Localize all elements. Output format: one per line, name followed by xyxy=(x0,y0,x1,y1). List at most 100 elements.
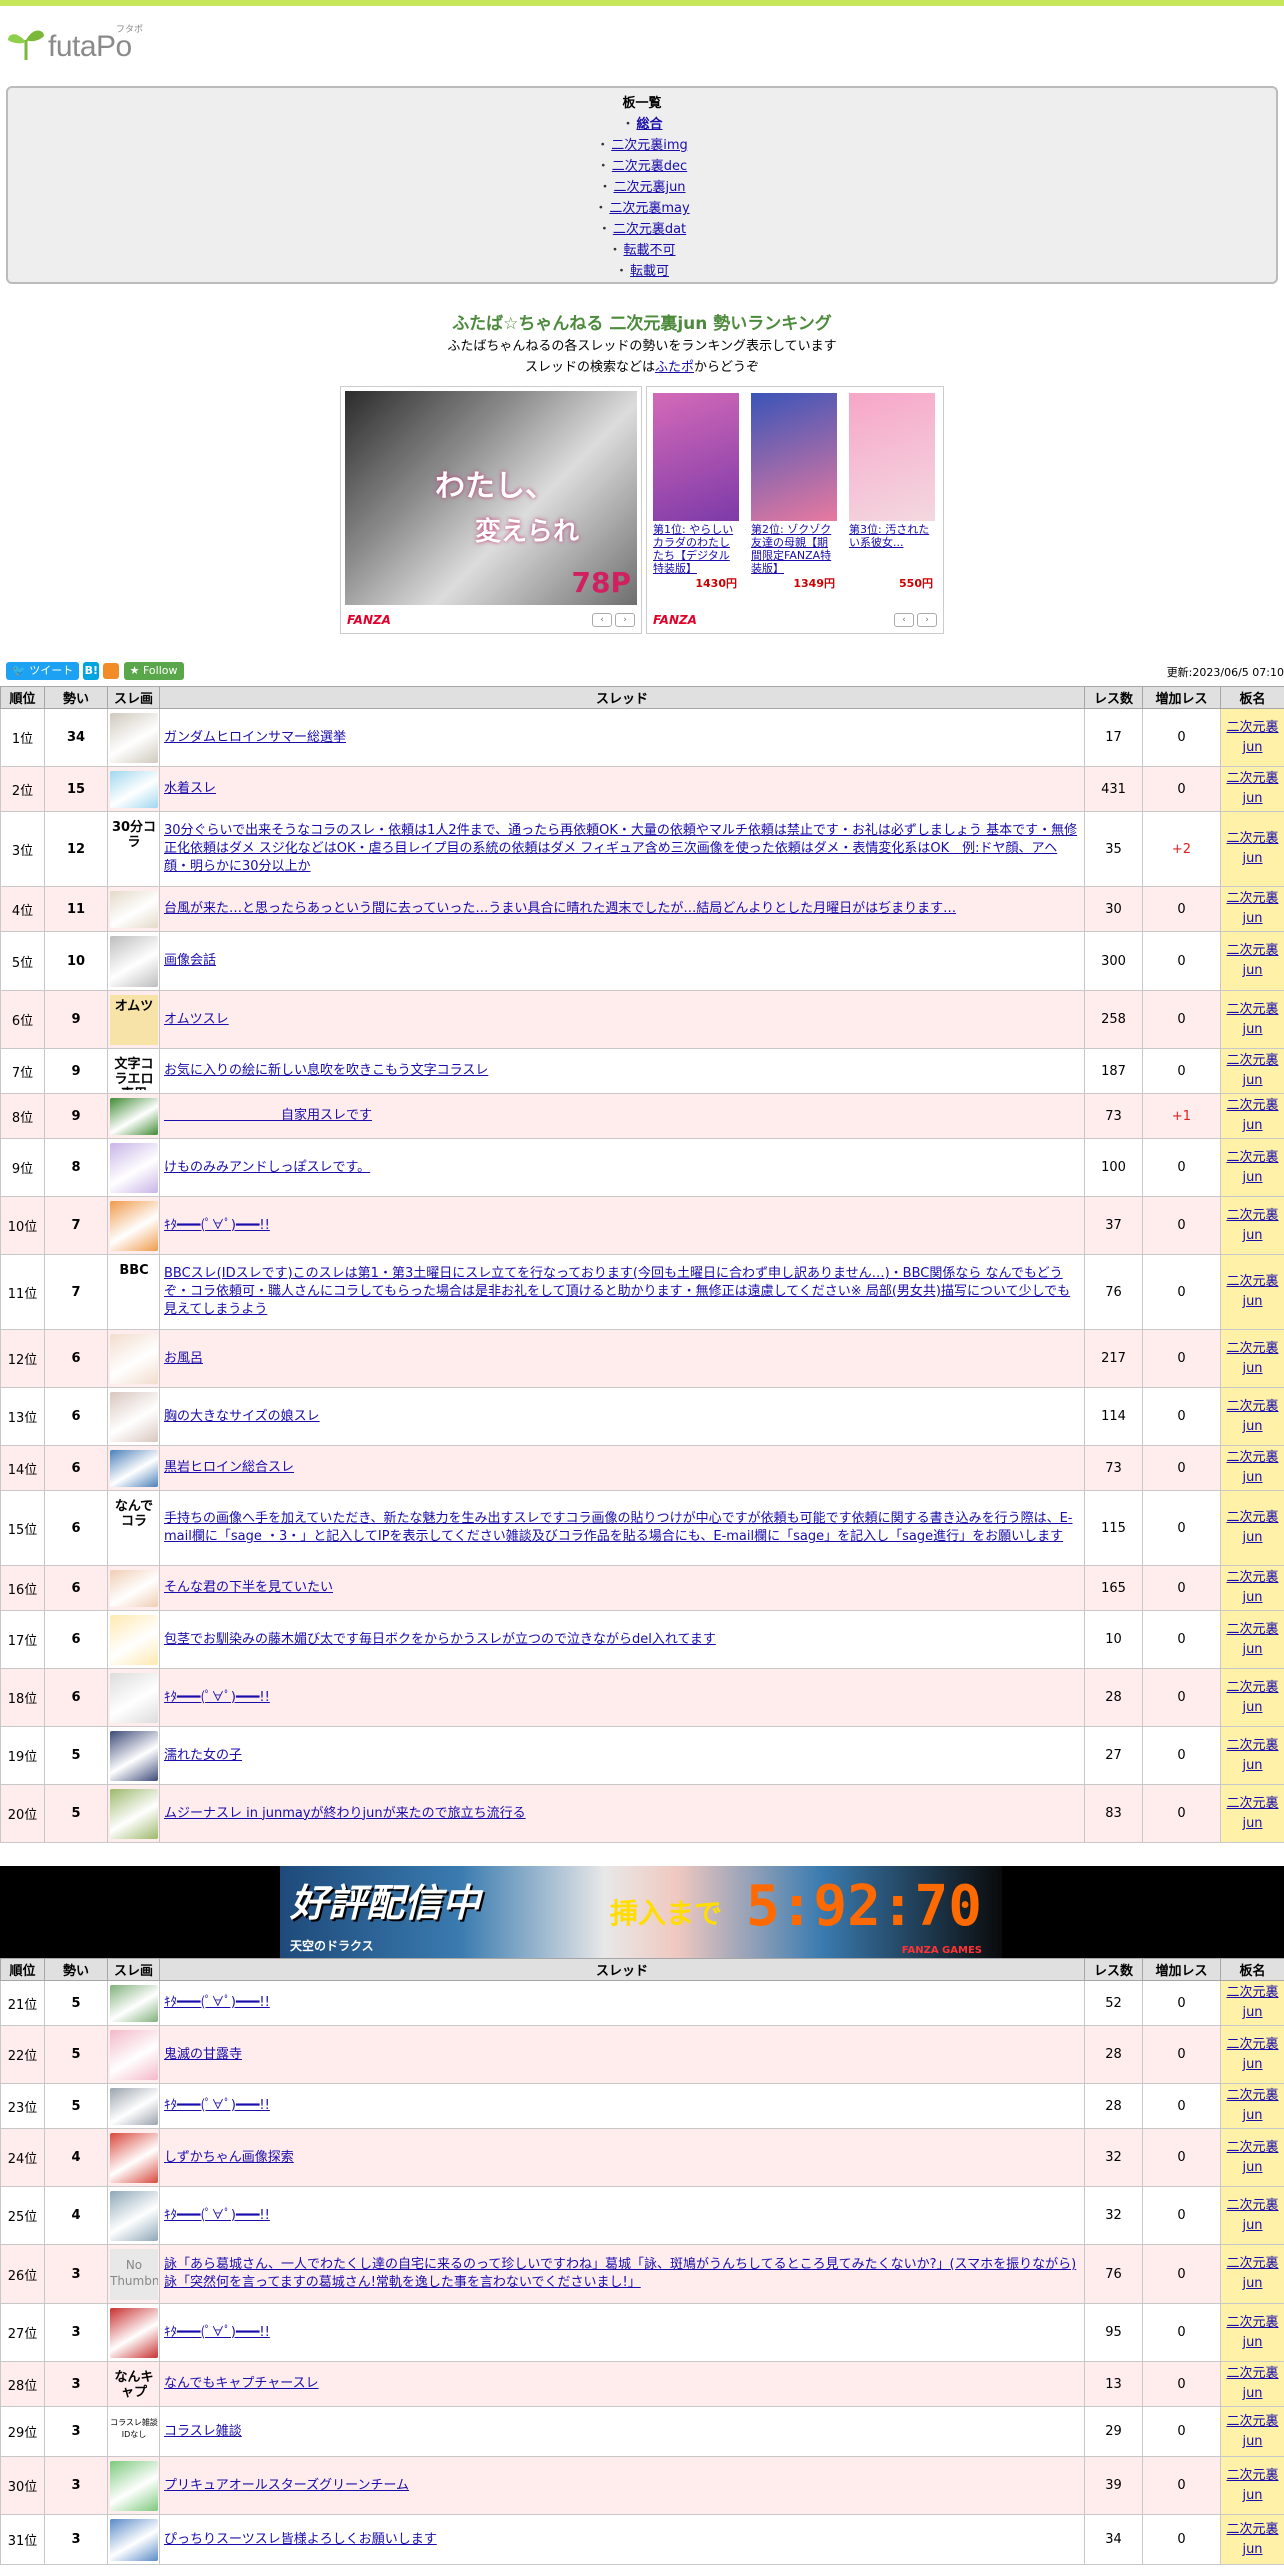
thread-link[interactable]: 自家用スレです xyxy=(164,1108,372,1123)
thread-thumbnail[interactable] xyxy=(110,1730,158,1781)
thread-thumbnail[interactable] xyxy=(110,712,158,763)
thread-thumbnail[interactable]: なんキャプ xyxy=(110,2366,158,2403)
ad-card-title[interactable]: 第2位: ゾクゾク友達の母親【期間限定FANZA特装版】 xyxy=(747,521,841,575)
thread-link[interactable]: ｷﾀ━━━(ﾟ∀ﾟ)━━━!! xyxy=(164,2098,270,2113)
board-name-link[interactable]: 二次元裏 jun xyxy=(1226,1399,1278,1434)
futapo-logo[interactable]: futaPo フタポ xyxy=(6,22,156,66)
board-name-link[interactable]: 二次元裏 jun xyxy=(1226,1274,1278,1309)
thread-thumbnail[interactable]: 文字コラエロ専用 xyxy=(110,1053,158,1090)
thread-thumbnail[interactable] xyxy=(110,1569,158,1607)
board-name-link[interactable]: 二次元裏 jun xyxy=(1226,1680,1278,1715)
thread-link[interactable]: オムツスレ xyxy=(164,1012,229,1027)
thread-thumbnail[interactable] xyxy=(110,1672,158,1723)
thread-link[interactable]: 30分ぐらいで出来そうなコラのスレ・依頼は1人2件まで、通ったら再依頼OK・大量… xyxy=(164,823,1077,874)
thread-link[interactable]: ｷﾀ━━━(ﾟ∀ﾟ)━━━!! xyxy=(164,2325,270,2340)
thread-link[interactable]: なんでもキャプチャースレ xyxy=(164,2376,319,2391)
thread-link[interactable]: ｷﾀ━━━(ﾟ∀ﾟ)━━━!! xyxy=(164,1690,270,1705)
hatena-bookmark-button[interactable]: B! xyxy=(83,662,100,680)
thread-link[interactable]: ぴっちりスーツスレ皆様よろしくお願いします xyxy=(164,2532,437,2547)
board-link[interactable]: 転載可 xyxy=(630,264,669,279)
thread-thumbnail[interactable] xyxy=(110,1449,158,1487)
board-name-link[interactable]: 二次元裏 jun xyxy=(1226,943,1278,978)
thread-link[interactable]: 胸の大きなサイズの娘スレ xyxy=(164,1409,320,1424)
thread-link[interactable]: ｷﾀ━━━(ﾟ∀ﾟ)━━━!! xyxy=(164,2208,270,2223)
thread-thumbnail[interactable] xyxy=(110,770,158,808)
tweet-button[interactable]: 🐦 ツイート xyxy=(6,662,80,680)
thread-thumbnail[interactable] xyxy=(110,1142,158,1193)
thread-link[interactable]: 詠「あら葛城さん、一人でわたくし達の自宅に来るのって珍しいですわね」葛城「詠、斑… xyxy=(164,2257,1076,2290)
thread-link[interactable]: 水着スレ xyxy=(164,781,216,796)
board-name-link[interactable]: 二次元裏 jun xyxy=(1226,1098,1278,1133)
board-name-link[interactable]: 二次元裏 jun xyxy=(1226,1053,1278,1088)
board-name-link[interactable]: 二次元裏 jun xyxy=(1226,1341,1278,1376)
prev-arrow-icon[interactable]: ‹ xyxy=(592,613,612,627)
thread-thumbnail[interactable] xyxy=(110,1097,158,1135)
thread-link[interactable]: BBCスレ(IDスレです)このスレは第1・第3土曜日にスレ立てを行なっております… xyxy=(164,1266,1070,1317)
board-name-link[interactable]: 二次元裏 jun xyxy=(1226,891,1278,926)
board-name-link[interactable]: 二次元裏 jun xyxy=(1226,2140,1278,2175)
board-name-link[interactable]: 二次元裏 jun xyxy=(1226,1738,1278,1773)
board-link[interactable]: 転載不可 xyxy=(624,243,676,258)
thread-link[interactable]: 鬼滅の甘露寺 xyxy=(164,2047,242,2062)
board-link[interactable]: 二次元裏may xyxy=(609,201,689,216)
thread-link[interactable]: 包茎でお馴染みの藤木媚び太です毎日ボクをからかうスレが立つので泣きながらdel入… xyxy=(164,1632,716,1647)
board-name-link[interactable]: 二次元裏 jun xyxy=(1226,2414,1278,2449)
thread-thumbnail[interactable]: BBC xyxy=(110,1259,158,1326)
ad-card-title[interactable]: 第3位: 汚された い系彼女... xyxy=(845,521,939,575)
thread-thumbnail[interactable]: コラスレ雑談IDなし xyxy=(110,2411,158,2453)
board-name-link[interactable]: 二次元裏 jun xyxy=(1226,1150,1278,1185)
board-name-link[interactable]: 二次元裏 jun xyxy=(1226,1985,1278,2020)
ad-card-thumb[interactable] xyxy=(751,393,837,521)
thread-link[interactable]: 手持ちの画像へ手を加えていただき、新たな魅力を生み出すスレですコラ画像の貼りつけ… xyxy=(164,1511,1072,1544)
board-link[interactable]: 二次元裏jun xyxy=(613,180,685,195)
board-name-link[interactable]: 二次元裏 jun xyxy=(1226,1622,1278,1657)
thread-thumbnail[interactable] xyxy=(110,2029,158,2080)
board-name-link[interactable]: 二次元裏 jun xyxy=(1226,1796,1278,1831)
board-link[interactable]: 二次元裏dec xyxy=(612,159,687,174)
thread-link[interactable]: 画像会話 xyxy=(164,953,216,968)
thread-thumbnail[interactable] xyxy=(110,1788,158,1839)
thread-thumbnail[interactable]: 30分コラ xyxy=(110,816,158,883)
thread-link[interactable]: けものみみアンドしっぽスレです。 xyxy=(164,1160,370,1175)
thread-thumbnail[interactable]: なんでコラ xyxy=(110,1495,158,1562)
ad-card-thumb[interactable] xyxy=(653,393,739,521)
ad-banner-2[interactable]: 第1位: やらしいカラダのわたしたち【デジタル特装版】 1430円 第2位: ゾ… xyxy=(646,386,944,634)
thread-thumbnail[interactable] xyxy=(110,935,158,987)
board-name-link[interactable]: 二次元裏 jun xyxy=(1226,720,1278,755)
board-name-link[interactable]: 二次元裏 jun xyxy=(1226,831,1278,866)
board-name-link[interactable]: 二次元裏 jun xyxy=(1226,2198,1278,2233)
futapo-link[interactable]: ふたポ xyxy=(655,360,694,375)
board-name-link[interactable]: 二次元裏 jun xyxy=(1226,771,1278,806)
thread-thumbnail[interactable] xyxy=(110,1391,158,1442)
next-arrow-icon[interactable]: › xyxy=(917,613,937,627)
thread-link[interactable]: コラスレ雑談 xyxy=(164,2424,242,2439)
board-link[interactable]: 総合 xyxy=(637,117,663,132)
rss-icon[interactable] xyxy=(103,663,120,679)
thread-link[interactable]: 黒岩ヒロイン総合スレ xyxy=(164,1460,294,1475)
thread-thumbnail[interactable] xyxy=(110,2087,158,2125)
thread-link[interactable]: ガンダムヒロインサマー総選挙 xyxy=(164,730,346,745)
next-arrow-icon[interactable]: › xyxy=(615,613,635,627)
ad-banner-wide[interactable]: 好評配信中 挿入まで 5:92:70 FANZA GAMES 天空のドラクス xyxy=(0,1866,1284,1958)
thread-link[interactable]: 台風が来た…と思ったらあっという間に去っていった…うまい具合に晴れた週末でしたが… xyxy=(164,901,956,916)
thread-thumbnail[interactable] xyxy=(110,1200,158,1251)
thread-thumbnail[interactable]: No Thumbnail xyxy=(110,2248,158,2300)
thread-link[interactable]: そんな君の下半を見ていたい xyxy=(164,1580,333,1595)
thread-thumbnail[interactable]: オムツ xyxy=(110,994,158,1045)
thread-link[interactable]: お風呂 xyxy=(164,1351,203,1366)
thread-thumbnail[interactable] xyxy=(110,890,158,928)
board-name-link[interactable]: 二次元裏 jun xyxy=(1226,1002,1278,1037)
board-link[interactable]: 二次元裏img xyxy=(611,138,688,153)
ad-banner-image[interactable]: 好評配信中 挿入まで 5:92:70 FANZA GAMES 天空のドラクス xyxy=(280,1866,1002,1958)
thread-thumbnail[interactable] xyxy=(110,2190,158,2241)
thread-thumbnail[interactable] xyxy=(110,2132,158,2183)
thread-thumbnail[interactable] xyxy=(110,1614,158,1665)
ad-card-thumb[interactable] xyxy=(849,393,935,521)
board-name-link[interactable]: 二次元裏 jun xyxy=(1226,2522,1278,2557)
board-name-link[interactable]: 二次元裏 jun xyxy=(1226,2366,1278,2401)
board-name-link[interactable]: 二次元裏 jun xyxy=(1226,2088,1278,2123)
follow-button[interactable]: ★ Follow xyxy=(123,662,184,680)
ad-card-1[interactable]: 第1位: やらしいカラダのわたしたち【デジタル特装版】 1430円 xyxy=(649,393,743,591)
thread-link[interactable]: プリキュアオールスターズグリーンチーム xyxy=(164,2478,409,2493)
thread-link[interactable]: しずかちゃん画像探索 xyxy=(164,2150,294,2165)
